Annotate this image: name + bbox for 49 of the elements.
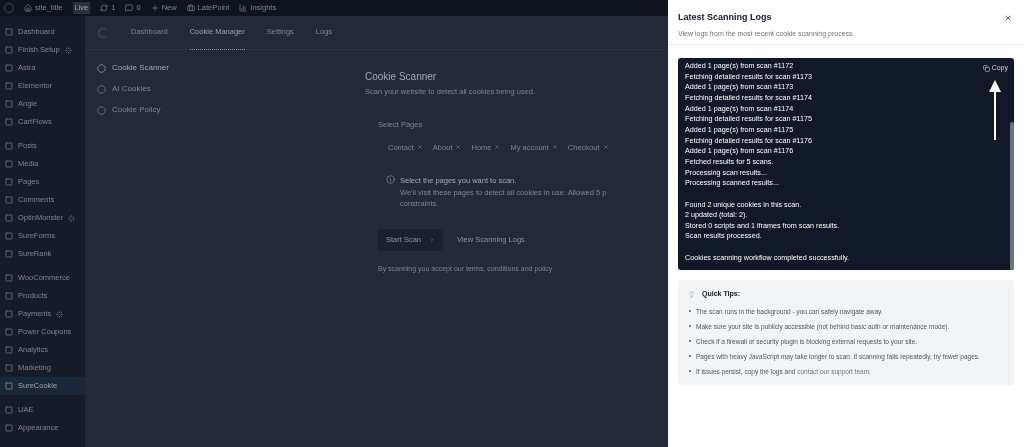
- menu-icon: [5, 82, 13, 90]
- remove-icon[interactable]: [494, 144, 501, 151]
- menu-icon: [5, 178, 13, 186]
- menu-icon: [5, 214, 13, 222]
- menu-icon: [5, 328, 13, 336]
- menu-icon: [5, 100, 13, 108]
- menu-icon: [5, 196, 13, 204]
- menu-icon: [5, 292, 13, 300]
- remove-icon[interactable]: [416, 144, 423, 151]
- menu-icon: [5, 406, 13, 414]
- panel-title: Latest Scanning Logs: [678, 11, 773, 24]
- copy-icon: [982, 64, 990, 72]
- remove-icon[interactable]: [551, 144, 558, 151]
- dashed-circle-icon: [97, 84, 106, 94]
- remove-icon[interactable]: [602, 144, 609, 151]
- menu-icon: [5, 160, 13, 168]
- refresh-icon[interactable]: [100, 4, 109, 12]
- comment-icon[interactable]: [125, 4, 134, 12]
- bar-chart-icon[interactable]: [239, 4, 248, 12]
- home-icon[interactable]: [24, 4, 32, 12]
- plus-icon[interactable]: [150, 4, 159, 12]
- menu-icon: [5, 382, 13, 390]
- menu-icon: [5, 364, 13, 372]
- menu-icon: [5, 250, 13, 258]
- briefcase-icon[interactable]: [186, 4, 195, 12]
- menu-icon: [5, 274, 13, 282]
- sub-nav-item[interactable]: Cookie Scanner: [97, 62, 295, 74]
- dashed-circle-icon: [97, 105, 106, 115]
- info-icon: [386, 174, 395, 184]
- chevron-icon: [429, 237, 436, 243]
- menu-icon: [5, 142, 13, 150]
- menu-icon: [5, 28, 13, 36]
- remove-icon[interactable]: [455, 144, 462, 151]
- menu-icon: [5, 310, 13, 318]
- menu-icon: [5, 424, 13, 432]
- dashed-circle-icon: [97, 63, 106, 73]
- menu-icon: [5, 118, 13, 126]
- sub-nav-item[interactable]: AI Cookies: [97, 83, 295, 95]
- sub-nav-item[interactable]: Cookie Policy: [97, 104, 295, 116]
- menu-icon: [5, 46, 13, 54]
- menu-icon: [5, 232, 13, 240]
- lightbulb-icon: [688, 290, 695, 298]
- close-icon: [1004, 14, 1012, 22]
- scanner-title: Cookie Scanner: [365, 70, 438, 84]
- arrow-annotation: [988, 80, 1002, 140]
- menu-icon: [5, 64, 13, 72]
- c-logo-icon: [97, 26, 109, 39]
- menu-icon: [5, 346, 13, 354]
- wordpress-logo-icon[interactable]: [4, 3, 14, 13]
